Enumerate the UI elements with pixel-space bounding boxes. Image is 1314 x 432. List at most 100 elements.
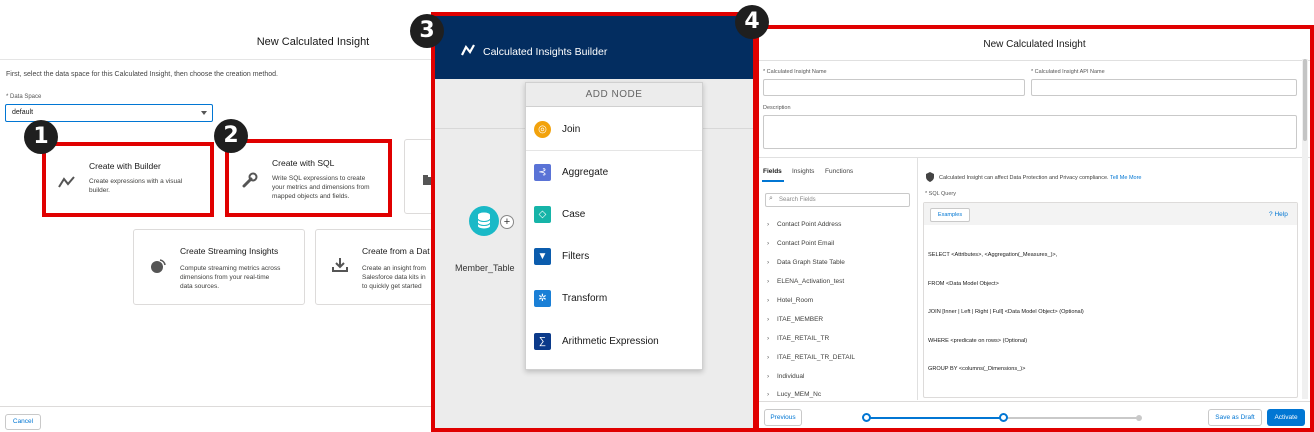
description-textarea[interactable] bbox=[763, 115, 1297, 149]
field-item[interactable]: › Individual bbox=[767, 373, 804, 380]
insight-api-name-label: * Calculated Insight API Name bbox=[1031, 69, 1105, 75]
new-calculated-insight-modal: New Calculated Insight First, select the… bbox=[0, 0, 465, 432]
search-placeholder: Search Fields bbox=[779, 197, 816, 203]
step-badge-1: 1 bbox=[24, 120, 58, 154]
save-as-draft-button[interactable]: Save as Draft bbox=[1208, 409, 1262, 426]
editor-title: New Calculated Insight bbox=[983, 39, 1086, 50]
active-tab-indicator bbox=[762, 180, 784, 182]
chevron-right-icon: › bbox=[767, 354, 770, 361]
intro-text: First, select the data space for this Ca… bbox=[6, 71, 278, 78]
menu-item-transform[interactable]: ✲ Transform bbox=[526, 278, 702, 320]
section-divider bbox=[759, 157, 1310, 158]
data-space-select[interactable]: default bbox=[5, 104, 213, 122]
insight-name-input[interactable] bbox=[763, 79, 1025, 96]
tab-insights[interactable]: Insights bbox=[792, 168, 814, 175]
search-icon: ⌕ bbox=[769, 195, 773, 202]
data-space-label: * Data Space bbox=[6, 94, 42, 100]
card-description: Create an insight from Salesforce data k… bbox=[362, 265, 426, 290]
add-node-title: ADD NODE bbox=[526, 83, 702, 107]
database-icon bbox=[477, 212, 491, 229]
field-item[interactable]: › Contact Point Email bbox=[767, 240, 834, 247]
field-item[interactable]: › ITAE_RETAIL_TR bbox=[767, 335, 829, 342]
header-divider bbox=[0, 59, 440, 60]
sql-code[interactable]: SELECT <Attributes>, <Aggregation(_Measu… bbox=[928, 232, 1084, 394]
chevron-right-icon: › bbox=[767, 259, 770, 266]
chevron-right-icon: › bbox=[767, 297, 770, 304]
menu-item-case[interactable]: ◇ Case bbox=[526, 194, 702, 236]
insight-name-label: * Calculated Insight Name bbox=[763, 69, 827, 75]
tab-functions[interactable]: Functions bbox=[825, 168, 853, 175]
compliance-warning: Calculated Insight can affect Data Prote… bbox=[939, 175, 1142, 181]
menu-item-label: Transform bbox=[562, 293, 608, 304]
sql-query-label: * SQL Query bbox=[925, 191, 956, 197]
builder-logo-icon bbox=[461, 44, 475, 59]
chevron-right-icon: › bbox=[767, 391, 770, 398]
menu-item-label: Filters bbox=[562, 251, 590, 262]
field-item[interactable]: › ITAE_MEMBER bbox=[767, 316, 823, 323]
search-input[interactable]: ⌕ Search Fields bbox=[765, 193, 910, 207]
progress-step-3 bbox=[1136, 415, 1142, 421]
insight-api-name-input[interactable] bbox=[1031, 79, 1297, 96]
node-label: Member_Table bbox=[455, 263, 515, 273]
tell-me-more-link[interactable]: Tell Me More bbox=[1110, 175, 1141, 181]
shield-icon bbox=[925, 172, 935, 184]
menu-item-label: Arithmetic Expression bbox=[562, 336, 659, 347]
chevron-right-icon: › bbox=[767, 316, 770, 323]
footer-divider bbox=[0, 406, 440, 407]
highlight-frame-1 bbox=[42, 142, 214, 217]
field-item[interactable]: › Hotel_Room bbox=[767, 297, 813, 304]
chevron-right-icon: › bbox=[767, 221, 770, 228]
filter-icon: ▼ bbox=[534, 248, 551, 265]
chevron-right-icon: › bbox=[767, 240, 770, 247]
create-streaming-insights-card[interactable]: Create Streaming Insights Compute stream… bbox=[133, 229, 305, 305]
menu-item-filters[interactable]: ▼ Filters bbox=[526, 236, 702, 278]
field-item[interactable]: › Lucy_MEM_Nc bbox=[767, 391, 821, 398]
step-badge-4: 4 bbox=[735, 5, 769, 39]
chevron-right-icon: › bbox=[767, 335, 770, 342]
progress-step-2 bbox=[999, 413, 1008, 422]
sql-toolbar bbox=[924, 203, 1297, 225]
column-divider bbox=[917, 158, 918, 400]
field-item[interactable]: › Data Graph State Table bbox=[767, 259, 845, 266]
footer-divider bbox=[759, 401, 1310, 402]
activate-button[interactable]: Activate bbox=[1267, 409, 1305, 426]
description-label: Description bbox=[763, 105, 791, 111]
menu-item-label: Aggregate bbox=[562, 167, 609, 178]
sigma-icon: ∑ bbox=[534, 333, 551, 350]
join-icon: ◎ bbox=[534, 121, 551, 138]
step-badge-3: 3 bbox=[410, 14, 444, 48]
card-title: Create Streaming Insights bbox=[180, 246, 279, 256]
scrollbar-thumb[interactable] bbox=[1303, 59, 1307, 141]
highlight-frame-2 bbox=[225, 139, 392, 217]
field-item[interactable]: › Contact Point Address bbox=[767, 221, 841, 228]
aggregate-icon: ⊰ bbox=[534, 164, 551, 181]
menu-item-join[interactable]: ◎ Join bbox=[526, 109, 702, 151]
builder-title: Calculated Insights Builder bbox=[483, 46, 608, 58]
progress-step-1 bbox=[862, 413, 871, 422]
menu-item-aggregate[interactable]: ⊰ Aggregate bbox=[526, 152, 702, 194]
field-item[interactable]: › ITAE_RETAIL_TR_DETAIL bbox=[767, 354, 855, 361]
transform-icon: ✲ bbox=[534, 290, 551, 307]
add-node-menu: ADD NODE ◎ Join ⊰ Aggregate ◇ Case ▼ Fil… bbox=[525, 82, 703, 370]
sql-editor-modal: New Calculated Insight * Calculated Insi… bbox=[755, 25, 1314, 432]
field-item[interactable]: › ELENA_Activation_test bbox=[767, 278, 844, 285]
chevron-right-icon: › bbox=[767, 278, 770, 285]
card-description: Compute streaming metrics across dimensi… bbox=[180, 265, 281, 290]
add-node-button[interactable]: + bbox=[500, 215, 514, 229]
menu-item-arithmetic-expression[interactable]: ∑ Arithmetic Expression bbox=[526, 321, 702, 363]
editor-header-divider bbox=[759, 60, 1310, 61]
case-icon: ◇ bbox=[534, 206, 551, 223]
menu-item-label: Case bbox=[562, 209, 586, 220]
cancel-button[interactable]: Cancel bbox=[5, 414, 41, 430]
data-space-value: default bbox=[12, 109, 34, 116]
card-title: Create from a Dat bbox=[362, 246, 430, 256]
help-icon: ? bbox=[1269, 211, 1273, 218]
data-node[interactable] bbox=[469, 206, 499, 236]
examples-button[interactable]: Examples bbox=[930, 208, 970, 222]
help-link[interactable]: ? Help bbox=[1269, 211, 1288, 218]
download-icon bbox=[330, 257, 350, 277]
chevron-down-icon bbox=[201, 111, 207, 115]
tab-fields[interactable]: Fields bbox=[763, 168, 782, 175]
streaming-icon bbox=[148, 257, 168, 277]
previous-button[interactable]: Previous bbox=[764, 409, 802, 426]
